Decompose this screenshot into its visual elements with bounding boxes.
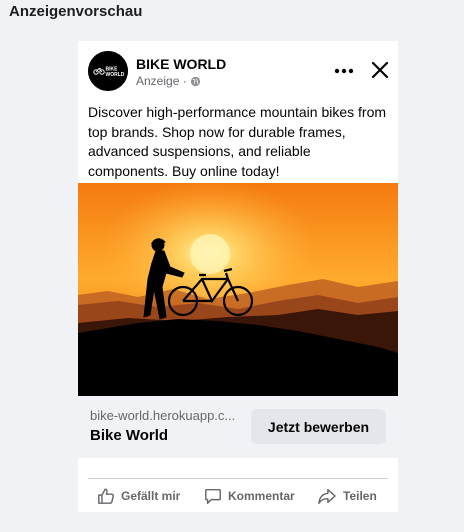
svg-text:WORLD: WORLD [106,72,125,78]
share-button[interactable]: Teilen [317,481,377,511]
like-label: Gefällt mir [121,489,181,503]
close-icon[interactable] [368,58,392,82]
like-icon [98,488,115,504]
more-options-icon[interactable] [332,61,356,81]
share-icon [318,488,336,504]
cta-button[interactable]: Jetzt bewerben [251,409,386,444]
link-domain: bike-world.herokuapp.c... [90,408,236,423]
sponsored-label: Anzeige · [136,74,187,88]
like-button[interactable]: Gefällt mir [97,481,180,511]
comment-label: Kommentar [228,489,295,503]
sponsored-row: Anzeige · [136,74,201,88]
ad-preview-card: BIKE WORLD BIKE WORLD Anzeige · Discover… [78,41,398,512]
comment-icon [205,488,221,504]
comment-button[interactable]: Kommentar [204,481,295,511]
action-bar: Gefällt mir Kommentar Teilen [78,481,398,511]
ad-header: BIKE WORLD BIKE WORLD Anzeige · [78,41,398,99]
page-avatar[interactable]: BIKE WORLD [88,51,128,91]
link-title: Bike World [90,427,169,444]
bike-world-logo: BIKE WORLD [88,51,128,91]
ad-link-footer[interactable]: bike-world.herokuapp.c... Bike World Jet… [78,396,398,458]
page-title: Anzeigenvorschau [9,3,143,20]
action-divider [88,478,388,479]
share-label: Teilen [343,489,377,503]
globe-icon [190,76,200,86]
page-name[interactable]: BIKE WORLD [136,56,226,72]
ad-primary-text: Discover high-performance mountain bikes… [88,104,387,179]
ad-image[interactable] [78,183,398,396]
